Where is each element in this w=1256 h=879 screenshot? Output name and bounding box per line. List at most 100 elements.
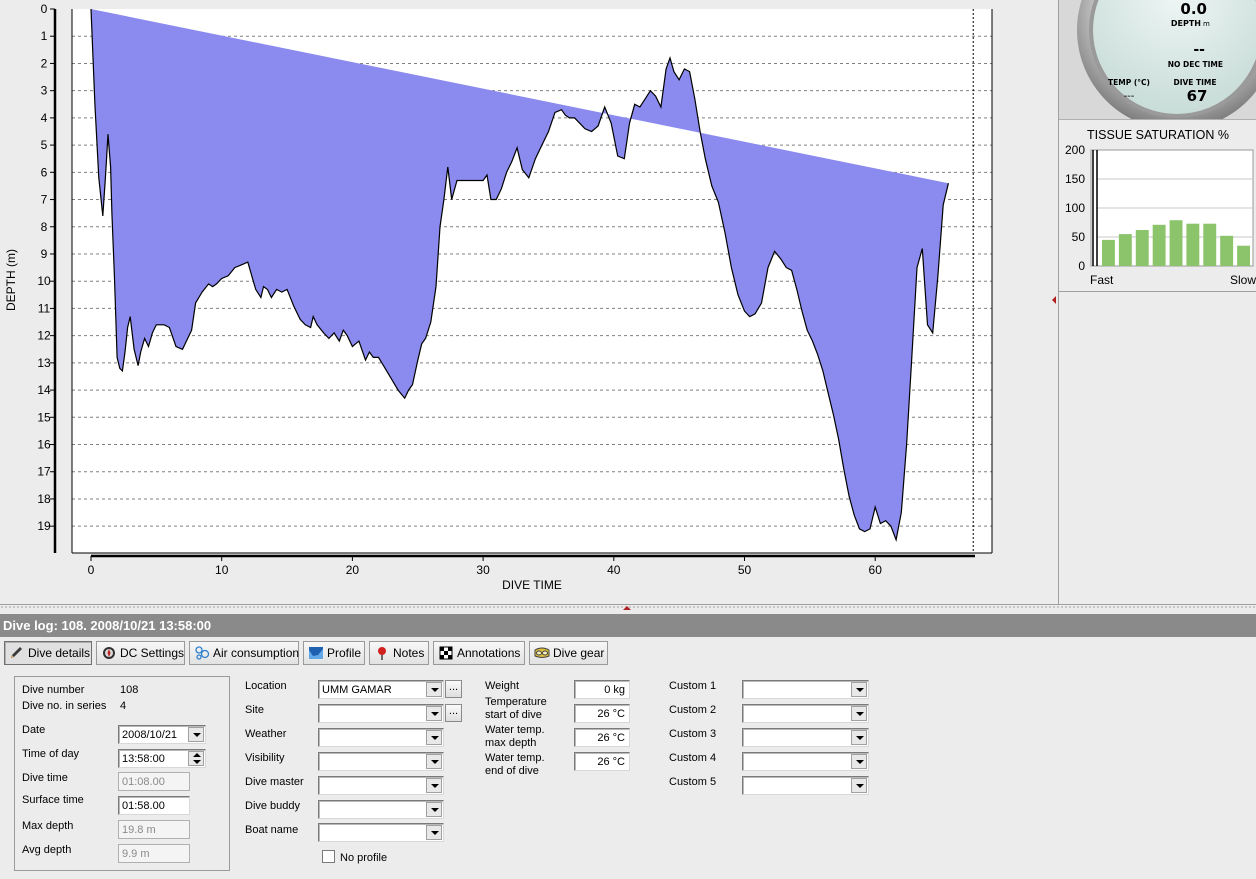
custom1-select[interactable]	[742, 680, 869, 699]
max-depth-field: 19.8 m	[118, 820, 190, 839]
avg-depth-label: Avg depth	[22, 844, 72, 856]
tissue-bar	[1135, 230, 1149, 266]
chevron-down-icon[interactable]	[426, 825, 442, 840]
custom2-select[interactable]	[742, 704, 869, 723]
chevron-down-icon[interactable]	[426, 706, 442, 721]
time-of-day-field[interactable]: 13:58:00	[118, 749, 206, 768]
collapse-arrow-icon[interactable]	[1052, 296, 1056, 304]
custom1-label: Custom 1	[669, 680, 717, 692]
chevron-down-icon[interactable]	[851, 730, 867, 745]
date-label: Date	[22, 724, 46, 736]
custom4-select[interactable]	[742, 752, 869, 771]
y-tick-label: 5	[41, 138, 48, 152]
chevron-down-icon[interactable]	[851, 778, 867, 793]
flag-icon	[439, 646, 453, 660]
temp-max-field[interactable]: 26 °C	[574, 728, 630, 747]
tab-dc-settings[interactable]: DC Settings	[96, 641, 185, 665]
tab-notes[interactable]: Notes	[369, 641, 429, 665]
tissue-y-tick-label: 200	[1065, 143, 1085, 157]
chevron-down-icon[interactable]	[188, 727, 204, 742]
chevron-down-icon[interactable]	[851, 682, 867, 697]
dive-buddy-select[interactable]	[318, 800, 444, 819]
temp-start-label-line2: start of dive	[485, 709, 542, 721]
tab-label: Notes	[393, 646, 425, 660]
splitter-arrow-icon[interactable]	[623, 606, 631, 610]
visibility-select[interactable]	[318, 752, 444, 771]
x-axis-label: DIVE TIME	[502, 578, 562, 592]
y-tick-label: 17	[37, 465, 51, 479]
site-browse-button[interactable]: ...	[445, 704, 462, 722]
chevron-down-icon[interactable]	[851, 706, 867, 721]
location-select[interactable]: UMM GAMAR	[318, 680, 444, 699]
time-value: 13:58:00	[122, 753, 165, 765]
tissue-bar	[1237, 245, 1250, 266]
custom5-select[interactable]	[742, 776, 869, 795]
chevron-down-icon[interactable]	[426, 802, 442, 817]
tab-label: DC Settings	[120, 646, 185, 660]
gauge-temp-label: TEMP (°C)	[1108, 78, 1150, 87]
dive-info-group: Dive number 108 Dive no. in series 4 Dat…	[14, 676, 230, 871]
location-browse-button[interactable]: ...	[445, 680, 462, 698]
y-tick-label: 9	[41, 247, 48, 261]
site-select[interactable]	[318, 704, 444, 723]
no-profile-checkbox[interactable]	[322, 850, 335, 863]
visibility-label: Visibility	[245, 752, 285, 764]
tab-dive-gear[interactable]: Dive gear	[529, 641, 608, 665]
y-tick-label: 2	[41, 56, 48, 70]
spinner-icon[interactable]	[188, 751, 204, 766]
chevron-down-icon[interactable]	[426, 682, 442, 697]
gauge-deco-value: --	[1193, 42, 1205, 58]
temp-start-label: Temperature start of dive	[485, 696, 547, 722]
weather-select[interactable]	[318, 728, 444, 747]
pin-icon	[378, 647, 386, 660]
custom4-label: Custom 4	[669, 752, 717, 764]
gauge-dive-time-value: 67	[1187, 87, 1208, 105]
boat-name-select[interactable]	[318, 823, 444, 842]
temp-start-field[interactable]: 26 °C	[574, 704, 630, 723]
surface-time-field[interactable]: 01:58.00	[118, 796, 190, 815]
location-label: Location	[245, 680, 287, 692]
tissue-bar	[1118, 234, 1132, 266]
avg-depth-field: 9.9 m	[118, 844, 190, 863]
y-tick-label: 10	[37, 274, 51, 288]
tissue-bar	[1102, 239, 1115, 266]
dive-master-label: Dive master	[245, 776, 304, 788]
chevron-down-icon[interactable]	[426, 754, 442, 769]
temp-end-field[interactable]: 26 °C	[574, 752, 630, 771]
surface-time-label: Surface time	[22, 794, 84, 806]
chevron-down-icon[interactable]	[426, 778, 442, 793]
y-tick-label: 19	[37, 519, 51, 533]
tab-label: Dive details	[28, 646, 91, 660]
temp-end-label-line1: Water temp.	[485, 752, 545, 764]
tissue-bar	[1169, 220, 1183, 266]
chevron-down-icon[interactable]	[426, 730, 442, 745]
tab-annotations[interactable]: Annotations	[433, 641, 525, 665]
x-tick-label: 0	[88, 563, 95, 577]
profile-icon	[309, 647, 323, 659]
tab-dive-details[interactable]: Dive details	[4, 641, 92, 665]
tissue-y-tick-label: 0	[1078, 259, 1085, 273]
custom3-select[interactable]	[742, 728, 869, 747]
x-tick-label: 50	[738, 563, 752, 577]
y-tick-label: 15	[37, 410, 51, 424]
dive-number-label: Dive number	[22, 684, 85, 696]
custom5-label: Custom 5	[669, 776, 717, 788]
tab-air-consumption[interactable]: Air consumption	[189, 641, 299, 665]
surface-time-value: 01:58.00	[122, 800, 165, 812]
chevron-down-icon[interactable]	[851, 754, 867, 769]
y-axis-label: DEPTH (m)	[4, 249, 18, 311]
y-tick-label: 0	[41, 2, 48, 16]
tissue-saturation-chart: TISSUE SATURATION % 0 50 100 150 200 Fast Sl…	[1065, 128, 1256, 287]
weight-field[interactable]: 0 kg	[574, 680, 630, 699]
tab-profile[interactable]: Profile	[303, 641, 365, 665]
y-tick-label: 11	[38, 301, 51, 315]
dive-master-select[interactable]	[318, 776, 444, 795]
y-tick-label: 12	[37, 329, 51, 343]
x-tick-label: 40	[607, 563, 621, 577]
tissue-title: TISSUE SATURATION %	[1087, 128, 1229, 142]
custom3-label: Custom 3	[669, 728, 717, 740]
y-tick-label: 14	[37, 383, 51, 397]
date-picker[interactable]: 2008/10/21	[118, 725, 206, 744]
temp-max-value: 26 °C	[597, 732, 625, 744]
right-panel: 0.0 DEPTH m -- NO DEC TIME TEMP (°C) ---…	[1058, 0, 1256, 604]
